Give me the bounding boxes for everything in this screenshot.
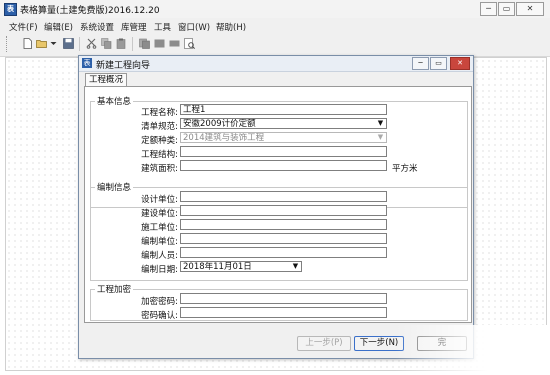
construct-unit-label: 施工单位: xyxy=(141,223,178,233)
dialog-minimize-button[interactable]: ─ xyxy=(412,57,429,70)
quota-type-label: 定额种类: xyxy=(141,136,178,146)
project-name-label: 工程名称: xyxy=(141,108,178,118)
toolbar-separator xyxy=(79,37,80,51)
dropdown-arrow-icon[interactable] xyxy=(50,38,57,49)
design-unit-field[interactable] xyxy=(180,191,387,202)
toolbar-grip[interactable] xyxy=(6,36,9,52)
watermark-fade xyxy=(395,325,550,375)
block-icon[interactable] xyxy=(169,38,180,49)
password-field[interactable] xyxy=(180,293,387,304)
close-button[interactable]: ✕ xyxy=(516,2,544,16)
chevron-down-icon: ▼ xyxy=(377,119,384,127)
tab-panel: 基本信息 工程名称: 工程1 清单规范: 安徽2009计价定额 ▼ 定额种类: … xyxy=(84,86,472,323)
print-preview-icon[interactable] xyxy=(184,38,195,49)
save-icon[interactable] xyxy=(63,38,74,49)
open-folder-icon[interactable] xyxy=(36,38,47,49)
compile-date-label: 编制日期: xyxy=(141,265,178,275)
area-field[interactable] xyxy=(180,160,387,171)
app-icon: 表 xyxy=(4,3,17,16)
password-label: 加密密码: xyxy=(141,297,178,307)
prev-button[interactable]: 上一步(P) xyxy=(297,336,351,351)
chevron-down-icon: ▼ xyxy=(377,133,384,141)
cut-icon[interactable] xyxy=(86,38,97,49)
toolbar xyxy=(0,32,550,57)
compile-unit-label: 编制单位: xyxy=(141,237,178,247)
dialog-restore-button[interactable]: ▭ xyxy=(430,57,447,70)
dialog-app-icon: 表 xyxy=(82,58,92,68)
area-unit: 平方米 xyxy=(392,164,418,174)
construct-unit-field[interactable] xyxy=(180,219,387,230)
compiler-label: 编制人员: xyxy=(141,251,178,261)
quota-type-value: 2014建筑与装饰工程 xyxy=(183,133,265,143)
build-unit-field[interactable] xyxy=(180,205,387,216)
restore-button[interactable]: ▭ xyxy=(498,2,515,16)
chevron-down-icon: ▼ xyxy=(292,262,299,270)
quota-type-select: 2014建筑与装饰工程 ▼ xyxy=(180,132,387,143)
clipboard-icon[interactable] xyxy=(139,38,150,49)
toolbar-separator xyxy=(132,37,133,51)
block-icon[interactable] xyxy=(154,38,165,49)
compiler-field[interactable] xyxy=(180,247,387,258)
paste-icon[interactable] xyxy=(116,38,127,49)
area-label: 建筑面积: xyxy=(141,164,178,174)
compile-date-picker[interactable]: 2018年11月01日 ▼ xyxy=(180,261,302,272)
design-unit-label: 设计单位: xyxy=(141,195,178,205)
project-name-field[interactable]: 工程1 xyxy=(180,104,387,115)
compile-unit-field[interactable] xyxy=(180,233,387,244)
password-confirm-label: 密码确认: xyxy=(141,311,178,321)
structure-label: 工程结构: xyxy=(141,150,178,160)
new-project-wizard-dialog: 表 新建工程向导 ─ ▭ ✕ 工程概况 基本信息 工程名称: 工程1 清单规范:… xyxy=(78,55,474,359)
minimize-button[interactable]: ─ xyxy=(480,2,497,16)
window-title: 表格算量(土建免费版)2016.12.20 xyxy=(20,6,160,16)
encrypt-title: 工程加密 xyxy=(95,283,134,295)
copy-icon[interactable] xyxy=(101,38,112,49)
password-confirm-field[interactable] xyxy=(180,307,387,318)
build-unit-label: 建设单位: xyxy=(141,209,178,219)
bill-spec-value: 安徽2009计价定额 xyxy=(183,119,256,129)
compile-info-title: 编制信息 xyxy=(95,181,134,193)
bill-spec-label: 清单规范: xyxy=(141,122,178,132)
bill-spec-select[interactable]: 安徽2009计价定额 ▼ xyxy=(180,118,387,129)
tab-project-overview[interactable]: 工程概况 xyxy=(85,73,127,87)
dialog-close-button[interactable]: ✕ xyxy=(450,57,470,70)
new-file-icon[interactable] xyxy=(22,38,33,49)
dialog-title: 新建工程向导 xyxy=(96,61,151,71)
compile-date-value: 2018年11月01日 xyxy=(183,262,252,272)
structure-field[interactable] xyxy=(180,146,387,157)
